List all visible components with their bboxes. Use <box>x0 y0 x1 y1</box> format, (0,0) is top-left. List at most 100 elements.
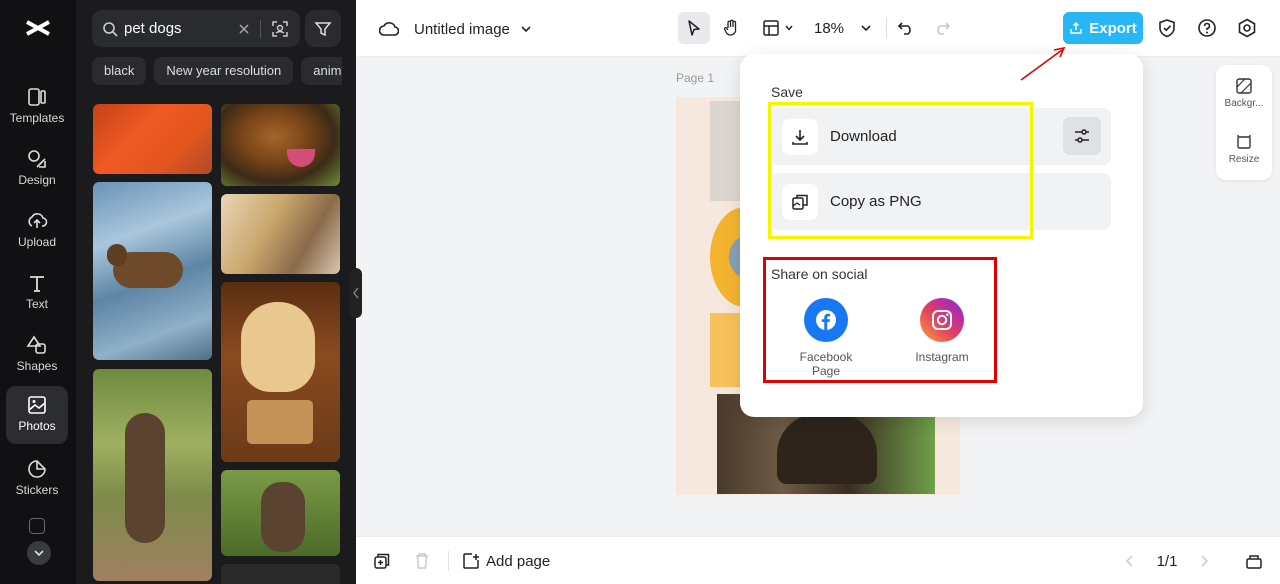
instagram-label: Instagram <box>915 350 969 364</box>
photo-thumbnail[interactable] <box>93 369 212 581</box>
collapse-panel-handle[interactable] <box>350 268 362 318</box>
rail-item-text[interactable]: Text <box>6 264 68 322</box>
cloud-save-icon[interactable] <box>378 18 400 40</box>
layout-dropdown[interactable] <box>758 12 798 44</box>
background-icon <box>1236 78 1252 94</box>
photos-icon <box>28 396 46 414</box>
chip-black[interactable]: black <box>92 57 147 85</box>
undo-button[interactable] <box>894 12 918 44</box>
document-title[interactable]: Untitled image <box>414 18 532 40</box>
chevron-left-icon <box>1125 555 1133 567</box>
text-icon <box>30 276 44 292</box>
photo-thumbnail[interactable] <box>221 282 340 462</box>
rail-scroll-down-button[interactable] <box>27 541 51 565</box>
chip-new-year-resolution[interactable]: New year resolution <box>154 57 294 85</box>
rail-item-upload[interactable]: Upload <box>6 202 68 260</box>
search-input[interactable] <box>124 20 234 37</box>
upload-icon <box>28 213 48 228</box>
zoom-dropdown[interactable]: 18% <box>808 12 878 44</box>
undo-icon <box>897 22 911 35</box>
clear-icon[interactable] <box>238 23 250 35</box>
download-icon <box>782 118 818 155</box>
chevron-down-icon <box>861 25 871 32</box>
download-option[interactable]: Download <box>770 108 1111 165</box>
image-search-icon[interactable] <box>271 20 289 38</box>
redo-button[interactable] <box>930 12 954 44</box>
export-button[interactable]: Export <box>1063 12 1143 44</box>
help-icon <box>1198 19 1216 37</box>
rail-label-stickers: Stickers <box>15 483 59 497</box>
background-button[interactable]: Backgr... <box>1216 77 1272 121</box>
rail-label-photos: Photos <box>18 419 56 433</box>
more-tools-icon[interactable] <box>29 518 45 534</box>
photo-thumbnail[interactable] <box>93 104 212 174</box>
rail-label-design: Design <box>18 173 56 187</box>
copy-image-icon <box>782 183 818 220</box>
hand-tool-button[interactable] <box>716 12 748 44</box>
annotation-arrow <box>1020 46 1066 81</box>
resize-button[interactable]: Resize <box>1216 133 1272 177</box>
chevron-down-icon <box>521 26 531 33</box>
shield-icon <box>1159 19 1175 38</box>
side-toolbar: Backgr... Resize <box>1216 65 1272 180</box>
copy-as-png-option[interactable]: Copy as PNG <box>770 173 1111 230</box>
photo-thumbnail[interactable] <box>221 194 340 274</box>
divider <box>448 551 449 571</box>
share-facebook-button[interactable]: Facebook Page <box>786 298 866 378</box>
facebook-label: Facebook Page <box>799 350 853 378</box>
add-page-icon <box>463 553 479 569</box>
capcut-logo[interactable] <box>24 14 52 42</box>
document-title-text: Untitled image <box>414 20 510 38</box>
select-tool-button[interactable] <box>678 12 710 44</box>
rail-label-shapes: Shapes <box>16 359 58 373</box>
resize-label: Resize <box>1228 154 1260 165</box>
rail-item-stickers[interactable]: Stickers <box>6 450 68 508</box>
chip-animal[interactable]: anim <box>301 57 342 85</box>
next-page-button[interactable] <box>1196 551 1212 571</box>
rail-label-templates: Templates <box>9 111 65 125</box>
design-icon <box>28 150 46 168</box>
bottom-bar: Add page 1/1 <box>356 536 1280 584</box>
layout-icon <box>763 20 779 36</box>
chevron-left-icon <box>353 287 359 299</box>
delete-page-button[interactable] <box>412 551 432 571</box>
photo-thumbnail[interactable] <box>221 564 340 584</box>
divider <box>260 19 261 38</box>
download-settings-button[interactable] <box>1063 117 1101 155</box>
redo-icon <box>937 22 951 35</box>
share-instagram-button[interactable]: Instagram <box>902 298 982 364</box>
search-box[interactable] <box>92 10 300 47</box>
filter-button[interactable] <box>305 10 341 47</box>
templates-icon <box>28 88 46 106</box>
photo-thumbnail[interactable] <box>93 182 212 360</box>
rail-item-photos[interactable]: Photos <box>6 386 68 444</box>
copy-as-png-label: Copy as PNG <box>830 193 922 210</box>
help-button[interactable] <box>1196 17 1218 39</box>
rail-label-text: Text <box>25 297 48 311</box>
stickers-icon <box>28 460 46 478</box>
shield-button[interactable] <box>1156 17 1178 39</box>
pages-icon <box>1246 555 1262 569</box>
sliders-icon <box>1075 129 1089 143</box>
suggestion-chips: black New year resolution anim <box>92 57 342 85</box>
top-bar: Untitled image 18% Export <box>356 0 1280 57</box>
photos-panel: black New year resolution anim <box>76 0 356 584</box>
rail-item-templates[interactable]: Templates <box>6 78 68 136</box>
prev-page-button[interactable] <box>1122 551 1138 571</box>
settings-button[interactable] <box>1236 17 1258 39</box>
add-page-button[interactable]: Add page <box>462 549 550 573</box>
cursor-icon <box>688 20 700 36</box>
page-manager-button[interactable] <box>1244 551 1264 571</box>
duplicate-page-button[interactable] <box>372 551 392 571</box>
download-label: Download <box>830 128 897 145</box>
rail-item-shapes[interactable]: Shapes <box>6 326 68 384</box>
page-counter: 1/1 <box>1156 552 1178 570</box>
photo-thumbnail[interactable] <box>221 470 340 556</box>
chevron-right-icon <box>1201 555 1209 567</box>
export-popup: Save Download Copy as PNG Share on socia… <box>740 54 1143 417</box>
rail-item-design[interactable]: Design <box>6 140 68 198</box>
photo-thumbnail[interactable] <box>221 104 340 186</box>
page-label: Page 1 <box>676 71 715 85</box>
add-page-label: Add page <box>486 552 551 570</box>
facebook-icon <box>804 298 848 342</box>
